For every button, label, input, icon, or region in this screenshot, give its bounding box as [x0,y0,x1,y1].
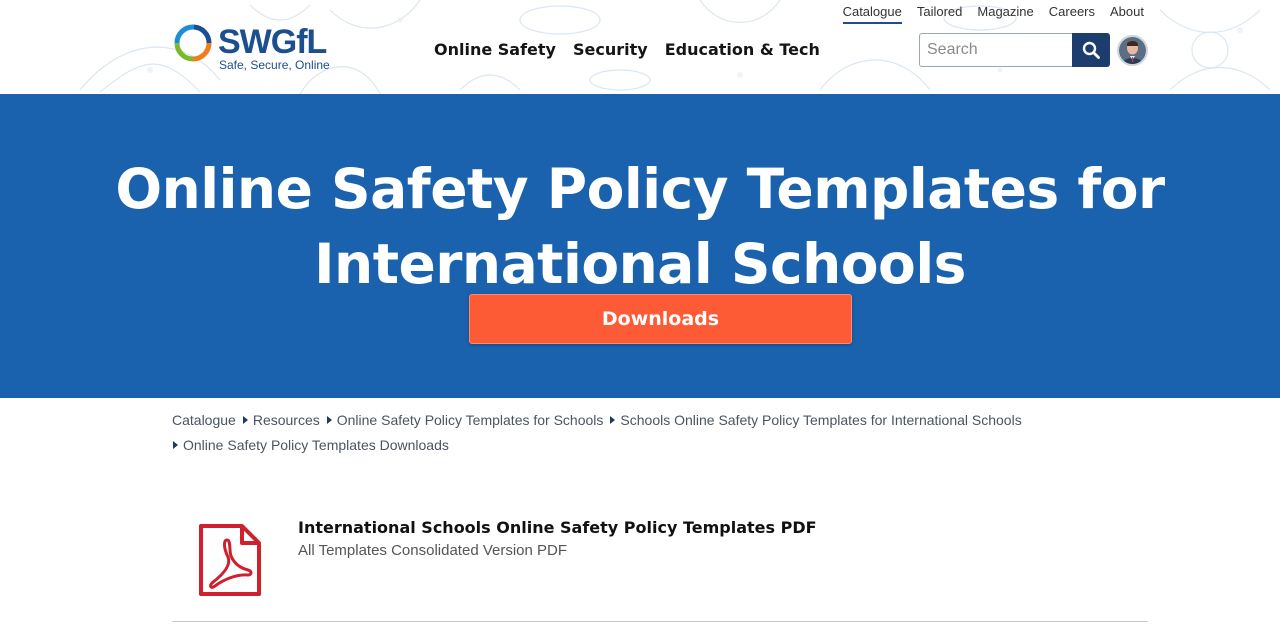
main-nav: Online Safety Security Education & Tech [434,40,820,59]
breadcrumb-separator-icon [326,416,332,424]
utility-nav: Catalogue Tailored Magazine Careers Abou… [842,4,1144,24]
breadcrumb-international-schools[interactable]: Schools Online Safety Policy Templates f… [620,412,1021,428]
search-button[interactable] [1072,33,1110,67]
download-subtitle: All Templates Consolidated Version PDF [298,542,568,559]
nav-online-safety[interactable]: Online Safety [434,40,556,59]
breadcrumb-separator-icon [242,416,248,424]
logo-ring-icon [174,24,212,62]
nav-security[interactable]: Security [573,40,648,59]
swgfl-logo[interactable]: SWGfL Safe, Secure, Online [172,22,332,74]
logo-tagline: Safe, Secure, Online [219,58,330,72]
breadcrumb-downloads[interactable]: Online Safety Policy Templates Downloads [183,437,449,453]
search-icon [1082,41,1100,59]
downloads-button[interactable]: Downloads [469,294,852,344]
breadcrumb-policy-templates[interactable]: Online Safety Policy Templates for Schoo… [337,412,604,428]
breadcrumb: Catalogue Resources Online Safety Policy T… [172,408,1052,458]
top-nav-magazine[interactable]: Magazine [977,4,1033,24]
download-item[interactable]: International Schools Online Safety Poli… [172,508,1148,622]
search-bar [919,33,1110,67]
user-avatar[interactable] [1117,35,1148,66]
top-nav-about[interactable]: About [1110,4,1144,24]
download-title[interactable]: International Schools Online Safety Poli… [298,518,817,537]
breadcrumb-separator-icon [610,416,616,424]
hero-banner: Online Safety Policy Templates for Inter… [0,94,1280,398]
page-title: Online Safety Policy Templates for Inter… [115,157,1165,296]
user-avatar-icon [1119,37,1146,64]
site-header: SWGfL Safe, Secure, Online Online Safety… [0,0,1280,94]
top-nav-careers[interactable]: Careers [1049,4,1095,24]
breadcrumb-catalogue[interactable]: Catalogue [172,412,236,428]
top-nav-catalogue[interactable]: Catalogue [842,4,902,24]
top-nav-tailored[interactable]: Tailored [917,4,963,24]
pdf-icon [199,524,261,596]
nav-education-tech[interactable]: Education & Tech [665,40,820,59]
breadcrumb-resources[interactable]: Resources [253,412,320,428]
breadcrumb-separator-icon [173,441,178,449]
logo-wordmark: SWGfL [218,23,327,61]
search-input[interactable] [919,33,1072,67]
